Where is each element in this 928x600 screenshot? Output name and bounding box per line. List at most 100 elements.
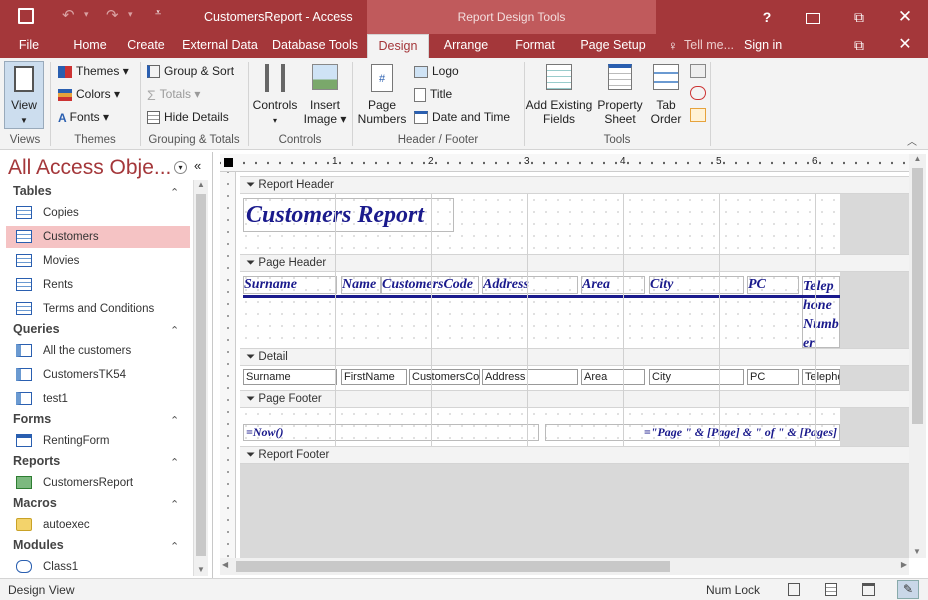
nav-group-macros[interactable]: Macros [13,496,57,510]
header-underline[interactable] [243,295,840,298]
tab-create[interactable]: Create [122,34,170,58]
page-numbers-button[interactable]: # Page Numbers [357,64,407,126]
themes-button[interactable]: Themes ▾ [58,64,129,78]
header-label-city[interactable]: City [649,276,744,294]
header-label-name[interactable]: Name [341,276,381,294]
collapse-reports-icon[interactable]: ⌃ [170,456,179,469]
header-label-area[interactable]: Area [581,276,645,294]
detail-field-telephone[interactable]: Telephc [802,369,840,385]
collapse-macros-icon[interactable]: ⌃ [170,498,179,511]
collapse-queries-icon[interactable]: ⌃ [170,324,179,337]
layout-view-icon[interactable] [862,583,875,596]
restore-button[interactable]: ⧉ [836,0,882,34]
undo-icon[interactable]: ↶ [62,6,75,24]
colors-button[interactable]: Colors ▾ [58,87,120,101]
title-button[interactable]: Title [414,87,452,102]
nav-group-reports[interactable]: Reports [13,454,60,468]
subform-icon[interactable] [690,64,706,78]
header-label-address[interactable]: Address [482,276,578,294]
tab-external-data[interactable]: External Data [180,34,260,58]
help-button[interactable]: ? [744,0,790,34]
nav-item-terms[interactable]: Terms and Conditions [6,298,190,320]
header-label-customerscode[interactable]: CustomersCode [381,276,479,294]
header-label-surname[interactable]: Surname [243,276,337,294]
nav-group-tables[interactable]: Tables [13,184,52,198]
nav-item-movies[interactable]: Movies [6,250,190,272]
nav-pane-header[interactable]: All Access Obje... [8,156,171,180]
section-bar-detail[interactable]: ⏷ Detail [240,348,909,366]
tab-home[interactable]: Home [66,34,114,58]
tab-database-tools[interactable]: Database Tools [270,34,360,58]
detail-field-surname[interactable]: Surname [243,369,337,385]
horizontal-ruler[interactable] [220,154,909,172]
nav-item-autoexec[interactable]: autoexec [6,514,190,536]
detail-field-area[interactable]: Area [581,369,645,385]
report-view-icon[interactable] [788,583,800,596]
property-sheet-button[interactable]: Property Sheet [596,64,644,126]
nav-item-copies[interactable]: Copies [6,202,190,224]
nav-item-class1[interactable]: Class1 [6,556,190,578]
nav-group-queries[interactable]: Queries [13,322,60,336]
tab-design[interactable]: Design [367,34,429,58]
tell-me-box[interactable]: Tell me... [684,38,734,52]
group-sort-button[interactable]: Group & Sort [147,64,234,79]
footer-page-field[interactable]: ="Page " & [Page] & " of " & [Pages] [545,424,840,441]
detail-field-firstname[interactable]: FirstName [341,369,407,385]
collapse-modules-icon[interactable]: ⌃ [170,540,179,553]
detail-field-pc[interactable]: PC [747,369,799,385]
vertical-scrollbar[interactable]: ▲ ▼ [909,154,926,558]
collapse-forms-icon[interactable]: ⌃ [170,414,179,427]
view-code-icon[interactable] [690,108,706,122]
convert-macros-icon[interactable] [690,86,706,100]
app-close-button[interactable]: ✕ [882,34,928,58]
insert-image-button[interactable]: Insert Image ▾ [302,64,348,126]
footer-date-field[interactable]: =Now() [243,424,539,441]
header-label-telephone[interactable]: Telephone Number [802,276,840,348]
sign-in-link[interactable]: Sign in [744,38,782,52]
tab-format[interactable]: Format [506,34,564,58]
tab-file[interactable]: File [8,34,50,58]
section-bar-page-header[interactable]: ⏷ Page Header [240,254,909,272]
nav-item-customersreport[interactable]: CustomersReport [6,472,190,494]
section-bar-report-header[interactable]: ⏷ Report Header [240,176,909,194]
nav-item-customers[interactable]: Customers [6,226,190,248]
detail-field-city[interactable]: City [649,369,744,385]
nav-scrollbar[interactable]: ▲ ▼ [193,180,208,576]
hide-details-button[interactable]: Hide Details [147,110,229,125]
fonts-button[interactable]: A Fonts ▾ [58,110,109,125]
logo-button[interactable]: Logo [414,64,459,78]
view-button[interactable]: View ▼ [4,61,44,129]
nav-item-customerstk54[interactable]: CustomersTK54 [6,364,190,386]
nav-item-all-customers[interactable]: All the customers [6,340,190,362]
redo-dropdown-icon[interactable]: ▾ [128,9,133,20]
nav-item-rentingform[interactable]: RentingForm [6,430,190,452]
tab-order-button[interactable]: Tab Order [648,64,684,126]
controls-button[interactable]: Controls ▾ [252,64,298,126]
section-bar-page-footer[interactable]: ⏷ Page Footer [240,390,909,408]
tab-page-setup[interactable]: Page Setup [574,34,652,58]
collapse-ribbon-icon[interactable]: ︿ [907,133,917,148]
detail-field-customerscode[interactable]: CustomersCo [409,369,480,385]
customize-toolbar-icon[interactable]: ⩡ [155,7,161,20]
add-existing-fields-button[interactable]: Add Existing Fields [524,64,594,126]
nav-group-modules[interactable]: Modules [13,538,64,552]
app-restore-button[interactable]: ⧉ [836,34,882,58]
nav-menu-chevron-icon[interactable]: ▾ [174,161,187,174]
ribbon-display-button[interactable] [790,0,836,34]
redo-icon[interactable]: ↷ [106,6,119,24]
shutter-bar-icon[interactable]: « [194,158,201,173]
close-button[interactable]: ✕ [882,0,928,34]
date-time-button[interactable]: Date and Time [414,110,510,125]
detail-field-address[interactable]: Address [482,369,578,385]
section-bar-report-footer[interactable]: ⏷ Report Footer [240,446,909,464]
report-selector[interactable] [224,158,233,167]
tab-arrange[interactable]: Arrange [436,34,496,58]
nav-group-forms[interactable]: Forms [13,412,51,426]
totals-button[interactable]: Σ Totals ▾ [147,87,200,103]
nav-item-rents[interactable]: Rents [6,274,190,296]
design-view-icon[interactable]: ✎ [897,580,919,599]
nav-item-test1[interactable]: test1 [6,388,190,410]
vertical-ruler[interactable] [220,172,236,558]
undo-dropdown-icon[interactable]: ▾ [84,9,89,20]
report-title-label[interactable]: Customers Report [243,198,454,232]
